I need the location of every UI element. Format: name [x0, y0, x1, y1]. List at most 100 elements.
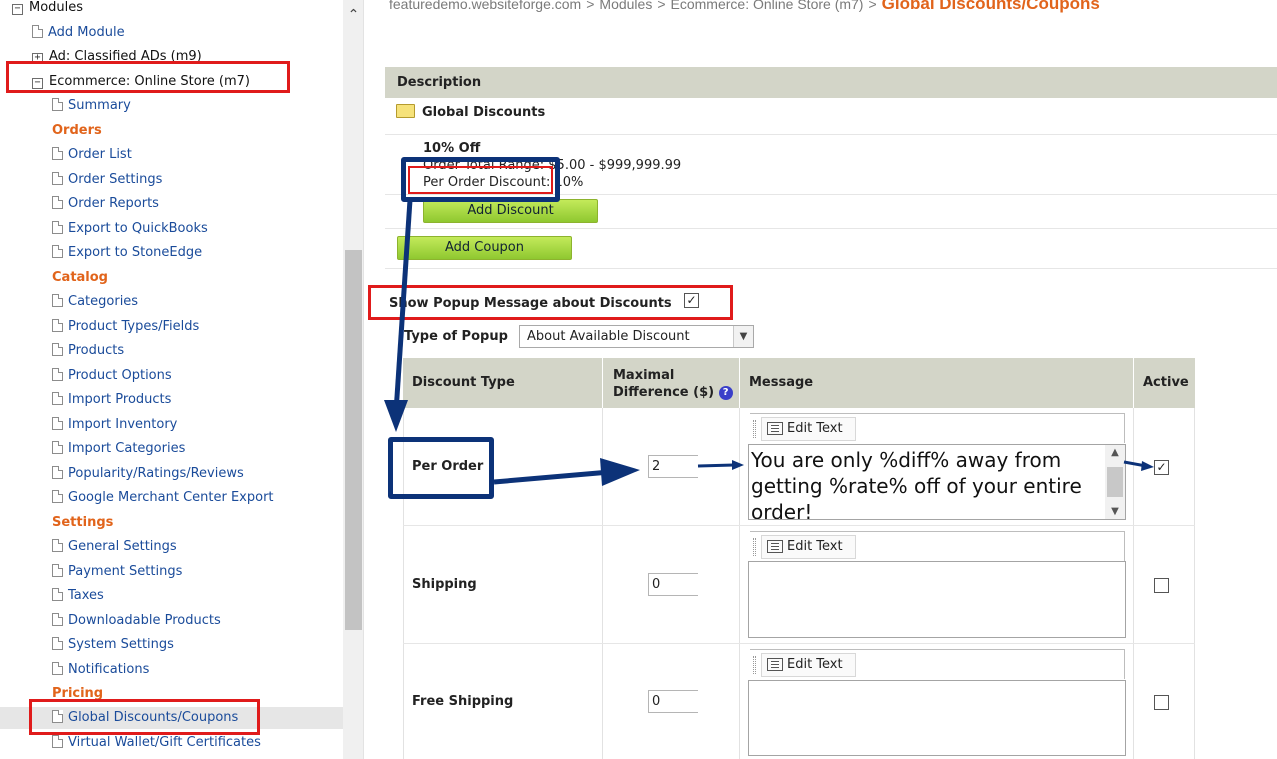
help-icon[interactable]: ? — [718, 386, 733, 400]
sidebar-item-virtual-wallet[interactable]: Virtual Wallet/Gift Certificates — [52, 732, 261, 754]
column-divider — [602, 358, 603, 408]
page-icon — [52, 539, 63, 552]
sidebar-item-taxes[interactable]: Taxes — [52, 585, 104, 607]
sidebar-item-label[interactable]: System Settings — [68, 637, 174, 652]
sidebar-item-label[interactable]: Import Products — [68, 392, 171, 407]
edit-text-icon — [767, 658, 783, 671]
sidebar-item-label[interactable]: Import Inventory — [68, 417, 177, 432]
edit-text-button[interactable]: Edit Text — [761, 417, 856, 441]
popup-type-label: Type of Popup — [404, 329, 508, 344]
sidebar-item-system-settings[interactable]: System Settings — [52, 634, 174, 656]
breadcrumb-site[interactable]: featuredemo.websiteforge.com — [389, 0, 581, 12]
max-difference-input[interactable]: 0 — [648, 573, 698, 596]
page-icon — [52, 564, 63, 577]
active-checkbox[interactable]: ✓ — [1154, 460, 1169, 475]
sidebar-item-notifications[interactable]: Notifications — [52, 659, 149, 681]
column-header-line: Difference ($) ? — [613, 384, 733, 401]
sidebar-item-categories[interactable]: Categories — [52, 291, 138, 313]
row-divider — [403, 525, 1195, 526]
page-icon — [52, 490, 63, 503]
sidebar-item-label[interactable]: Import Categories — [68, 441, 185, 456]
sidebar-item-order-settings[interactable]: Order Settings — [52, 169, 162, 191]
sidebar-item-import-inventory[interactable]: Import Inventory — [52, 414, 177, 436]
message-textarea[interactable] — [748, 561, 1126, 638]
sidebar-item-label[interactable]: Downloadable Products — [68, 613, 221, 628]
page-icon — [52, 613, 63, 626]
sidebar-item-summary[interactable]: Summary — [52, 95, 131, 117]
discount-table-header: Discount Type Maximal Difference ($) ? M… — [403, 358, 1195, 408]
sidebar-item-label[interactable]: Product Types/Fields — [68, 319, 199, 334]
arrow-up-icon[interactable]: ▲ — [1105, 447, 1125, 458]
sidebar-item-label[interactable]: Export to StoneEdge — [68, 245, 202, 260]
message-textarea[interactable] — [748, 680, 1126, 756]
sidebar-item-label[interactable]: Payment Settings — [68, 564, 182, 579]
divider — [385, 228, 1277, 229]
breadcrumb: featuredemo.websiteforge.com > Modules > Eco… — [389, 0, 1100, 14]
column-header-discount-type: Discount Type — [412, 375, 515, 390]
sidebar-item-label[interactable]: Export to QuickBooks — [68, 221, 208, 236]
chevron-down-icon[interactable]: ▼ — [733, 326, 753, 347]
discount-name[interactable]: 10% Off — [423, 141, 480, 156]
sidebar-item-order-reports[interactable]: Order Reports — [52, 193, 159, 215]
edit-text-label: Edit Text — [787, 421, 843, 436]
annotation-highlight-global-discounts — [29, 699, 260, 735]
breadcrumb-separator: > — [586, 0, 595, 12]
collapse-icon[interactable]: − — [12, 4, 23, 15]
sidebar-item-label[interactable]: Google Merchant Center Export — [68, 490, 274, 505]
edit-text-label: Edit Text — [787, 539, 843, 554]
sidebar-item-label[interactable]: Taxes — [68, 588, 104, 603]
sidebar-item-label[interactable]: Notifications — [68, 662, 149, 677]
sidebar-scrollbar-thumb[interactable] — [345, 250, 362, 630]
discount-type-label: Shipping — [412, 577, 477, 592]
sidebar-item-popularity[interactable]: Popularity/Ratings/Reviews — [52, 463, 244, 485]
sidebar-item-export-quickbooks[interactable]: Export to QuickBooks — [52, 218, 208, 240]
breadcrumb-section[interactable]: Ecommerce: Online Store (m7) — [671, 0, 864, 12]
sidebar-item-google-merchant[interactable]: Google Merchant Center Export — [52, 487, 274, 509]
column-header-text: Difference ($) — [613, 385, 715, 400]
sidebar-item-import-products[interactable]: Import Products — [52, 389, 171, 411]
discount-type-label: Free Shipping — [412, 694, 514, 709]
sidebar-item-label[interactable]: Order Settings — [68, 172, 162, 187]
message-textarea[interactable]: You are only %diff% away from getting %r… — [748, 444, 1126, 520]
sidebar-item-import-categories[interactable]: Import Categories — [52, 438, 185, 460]
page-title: Global Discounts/Coupons — [881, 0, 1100, 13]
add-discount-button[interactable]: Add Discount — [423, 199, 598, 223]
sidebar-item-label[interactable]: Products — [68, 343, 124, 358]
global-discounts-folder[interactable]: Global Discounts — [396, 104, 545, 120]
textarea-scrollbar[interactable]: ▲ ▼ — [1105, 445, 1125, 519]
page-icon — [52, 392, 63, 405]
page-icon — [52, 221, 63, 234]
sidebar-item-order-list[interactable]: Order List — [52, 144, 132, 166]
sidebar-item-general-settings[interactable]: General Settings — [52, 536, 177, 558]
sidebar-item-payment-settings[interactable]: Payment Settings — [52, 561, 182, 583]
scroll-up-icon[interactable]: ⌃ — [343, 4, 363, 26]
sidebar-item-downloadable-products[interactable]: Downloadable Products — [52, 610, 221, 632]
sidebar-item-label[interactable]: Popularity/Ratings/Reviews — [68, 466, 244, 481]
sidebar-item-label[interactable]: Order List — [68, 147, 132, 162]
add-coupon-button[interactable]: Add Coupon — [397, 236, 572, 260]
tree-node-modules[interactable]: − Modules — [12, 0, 83, 19]
sidebar-item-label[interactable]: Virtual Wallet/Gift Certificates — [68, 735, 261, 750]
popup-type-select[interactable]: About Available Discount ▼ — [519, 325, 754, 348]
sidebar-item-label[interactable]: Order Reports — [68, 196, 159, 211]
sidebar-item-export-stoneedge[interactable]: Export to StoneEdge — [52, 242, 202, 264]
sidebar-item-label[interactable]: Product Options — [68, 368, 172, 383]
page-icon — [52, 319, 63, 332]
textarea-scrollbar-thumb[interactable] — [1107, 467, 1123, 497]
arrow-down-icon[interactable]: ▼ — [1105, 506, 1125, 517]
active-checkbox[interactable] — [1154, 578, 1169, 593]
active-checkbox[interactable] — [1154, 695, 1169, 710]
sidebar-item-label[interactable]: Add Module — [48, 25, 125, 40]
sidebar-item-label[interactable]: Summary — [68, 98, 131, 113]
max-difference-input[interactable]: 0 — [648, 690, 698, 713]
sidebar-item-products[interactable]: Products — [52, 340, 124, 362]
max-difference-input[interactable]: 2 — [648, 455, 698, 478]
sidebar-item-product-options[interactable]: Product Options — [52, 365, 172, 387]
sidebar-item-label[interactable]: Categories — [68, 294, 138, 309]
breadcrumb-modules[interactable]: Modules — [599, 0, 652, 12]
edit-text-button[interactable]: Edit Text — [761, 535, 856, 559]
sidebar-item-label[interactable]: General Settings — [68, 539, 177, 554]
sidebar-item-product-types[interactable]: Product Types/Fields — [52, 316, 199, 338]
edit-text-button[interactable]: Edit Text — [761, 653, 856, 677]
sidebar-item-add-module[interactable]: Add Module — [32, 22, 125, 44]
